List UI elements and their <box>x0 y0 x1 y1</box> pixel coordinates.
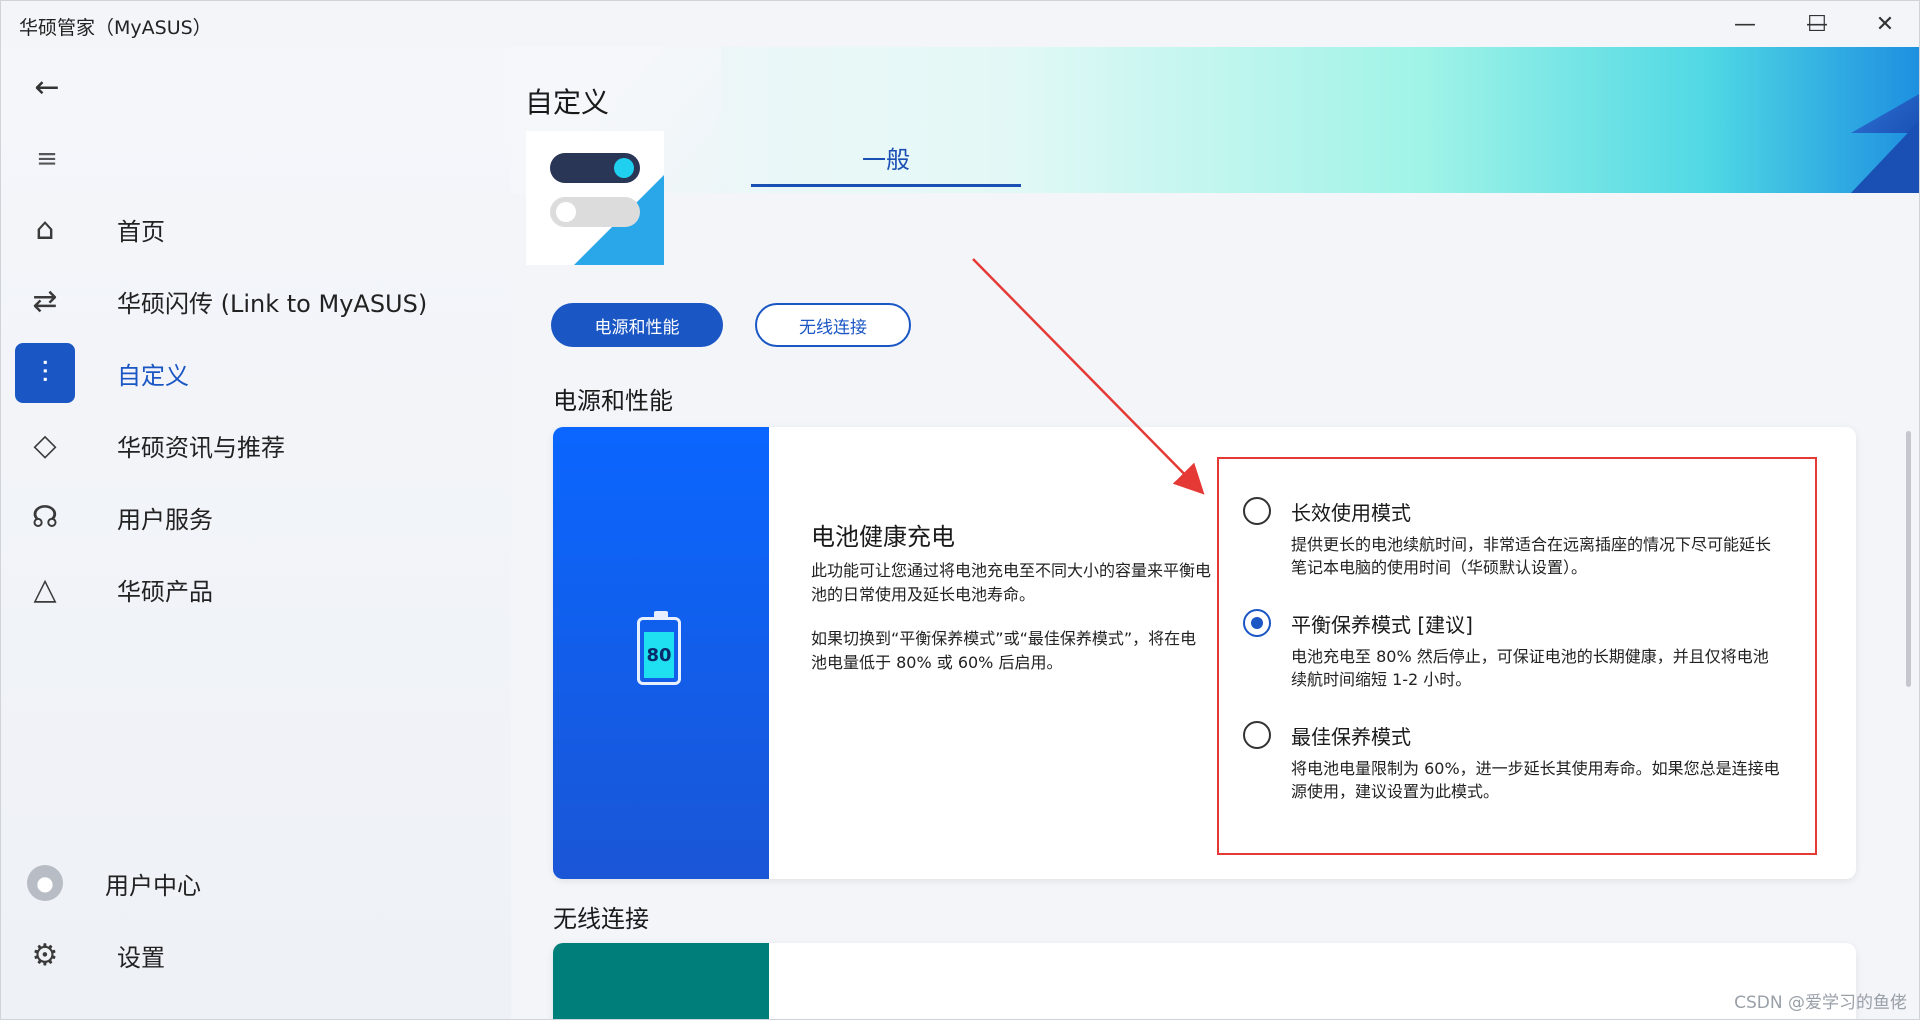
radio-maximum-lifespan[interactable] <box>1243 721 1271 749</box>
charging-mode-options: 长效使用模式 提供更长的电池续航时间，非常适合在远离插座的情况下尽可能延长笔记本… <box>1217 457 1817 855</box>
back-arrow-icon: ← <box>34 69 60 105</box>
battery-description: 此功能可让您通过将电池充电至不同大小的容量来平衡电池的日常使用及延长电池寿命。 <box>811 561 1212 604</box>
close-button[interactable]: ✕ <box>1865 9 1905 39</box>
hamburger-menu-button[interactable]: ≡ <box>27 139 67 179</box>
toggle-off-graphic <box>550 197 640 227</box>
mode-description: 提供更长的电池续航时间，非常适合在远离插座的情况下尽可能延长笔记本电脑的使用时间… <box>1291 535 1772 577</box>
pill-wireless[interactable]: 无线连接 <box>755 303 911 347</box>
customize-illustration <box>526 131 664 265</box>
battery-health-heading: 电池健康充电 <box>811 523 955 551</box>
sidebar-item-user-center[interactable]: ● 用户中心 <box>15 853 485 913</box>
sidebar-item-settings[interactable]: ⚙ 设置 <box>15 925 485 985</box>
sidebar-item-label: 华硕资讯与推荐 <box>117 433 285 462</box>
sidebar-item-label: 用户中心 <box>105 871 201 900</box>
watermark: CSDN @爱学习的鱼佬 <box>1734 993 1907 1013</box>
user-icon: ● <box>36 871 54 895</box>
myasus-window: 华硕管家（MyASUS） — — ☐ ✕ ← ≡ ⌂ 首页 ⇄ 华硕闪传 (Li… <box>0 0 1920 1020</box>
avatar: ● <box>27 865 63 901</box>
battery-mode-note: 如果切换到“平衡保养模式”或“最佳保养模式”，将在电池电量低于 80% 或 60… <box>811 629 1197 672</box>
home-icon: ⌂ <box>35 211 55 247</box>
sidebar-item-news[interactable]: ◇ 华硕资讯与推荐 <box>15 415 485 475</box>
link-icon: ⇄ <box>32 283 58 319</box>
sidebar-item-products[interactable]: △ 华硕产品 <box>15 559 485 619</box>
page-title: 自定义 <box>525 86 610 119</box>
sidebar-item-support[interactable]: ☊ 用户服务 <box>15 487 485 547</box>
wireless-card-banner <box>553 943 769 1019</box>
wireless-card <box>553 943 1856 1019</box>
battery-health-card: 80 电池健康充电 此功能可让您通过将电池充电至不同大小的容量来平衡电池的日常使… <box>553 427 1856 879</box>
tab-general[interactable]: 一般 <box>751 131 1021 187</box>
sidebar-item-label: 华硕产品 <box>117 577 213 606</box>
battery-level-label: 80 <box>644 632 674 678</box>
maximize-icon: ☐ <box>1807 11 1827 37</box>
battery-icon: 80 <box>637 611 681 685</box>
toggle-on-graphic <box>550 153 640 183</box>
sidebar: ← ≡ ⌂ 首页 ⇄ 华硕闪传 (Link to MyASUS) ⫶ 自定义 ◇… <box>1 47 511 1019</box>
main-content: 自定义 一般 电源和性能 无线连接 电源和性能 80 电池健康充电 此功能可让您… <box>511 47 1919 1019</box>
scrollbar[interactable] <box>1906 431 1911 687</box>
tag-icon: ◇ <box>33 427 57 463</box>
mode-description: 将电池电量限制为 60%，进一步延长其使用寿命。如果您总是连接电源使用，建议设置… <box>1291 759 1780 801</box>
sidebar-item-label: 华硕闪传 (Link to MyASUS) <box>117 289 428 318</box>
gear-icon: ⚙ <box>31 937 59 973</box>
header-banner <box>511 47 1919 193</box>
sidebar-item-label: 首页 <box>117 217 165 246</box>
sidebar-item-home[interactable]: ⌂ 首页 <box>15 199 485 259</box>
minimize-glyph: — <box>1734 11 1756 37</box>
sidebar-item-label: 设置 <box>117 943 165 972</box>
sidebar-item-label: 自定义 <box>117 361 189 390</box>
close-icon: ✕ <box>1875 11 1895 37</box>
mode-title: 平衡保养模式 [建议] <box>1291 613 1473 637</box>
section-title-power: 电源和性能 <box>553 387 673 415</box>
headset-icon: ☊ <box>31 499 59 535</box>
triangle-icon: △ <box>33 571 57 607</box>
minimize-btn[interactable]: — <box>1725 9 1765 39</box>
sidebar-item-customize[interactable]: ⫶ 自定义 <box>15 343 485 403</box>
hamburger-icon: ≡ <box>36 144 58 174</box>
mode-title: 最佳保养模式 <box>1291 725 1411 749</box>
pill-power-performance[interactable]: 电源和性能 <box>551 303 723 347</box>
title-bar: 华硕管家（MyASUS） — <box>1 1 1919 47</box>
sliders-icon: ⫶ <box>15 343 75 403</box>
back-button[interactable]: ← <box>27 67 67 107</box>
section-title-wireless: 无线连接 <box>553 905 649 933</box>
radio-balanced[interactable] <box>1243 609 1271 637</box>
mode-title: 长效使用模式 <box>1291 501 1411 525</box>
radio-full-capacity[interactable] <box>1243 497 1271 525</box>
battery-card-banner: 80 <box>553 427 769 879</box>
maximize-button[interactable]: ☐ <box>1797 9 1837 39</box>
banner-corner-triangle <box>1851 119 1919 193</box>
sidebar-item-label: 用户服务 <box>117 505 213 534</box>
window-title: 华硕管家（MyASUS） <box>19 17 212 39</box>
sidebar-item-link-to-myasus[interactable]: ⇄ 华硕闪传 (Link to MyASUS) <box>15 271 485 331</box>
mode-description: 电池充电至 80% 然后停止，可保证电池的长期健康，并且仅将电池续航时间缩短 1… <box>1291 647 1769 689</box>
